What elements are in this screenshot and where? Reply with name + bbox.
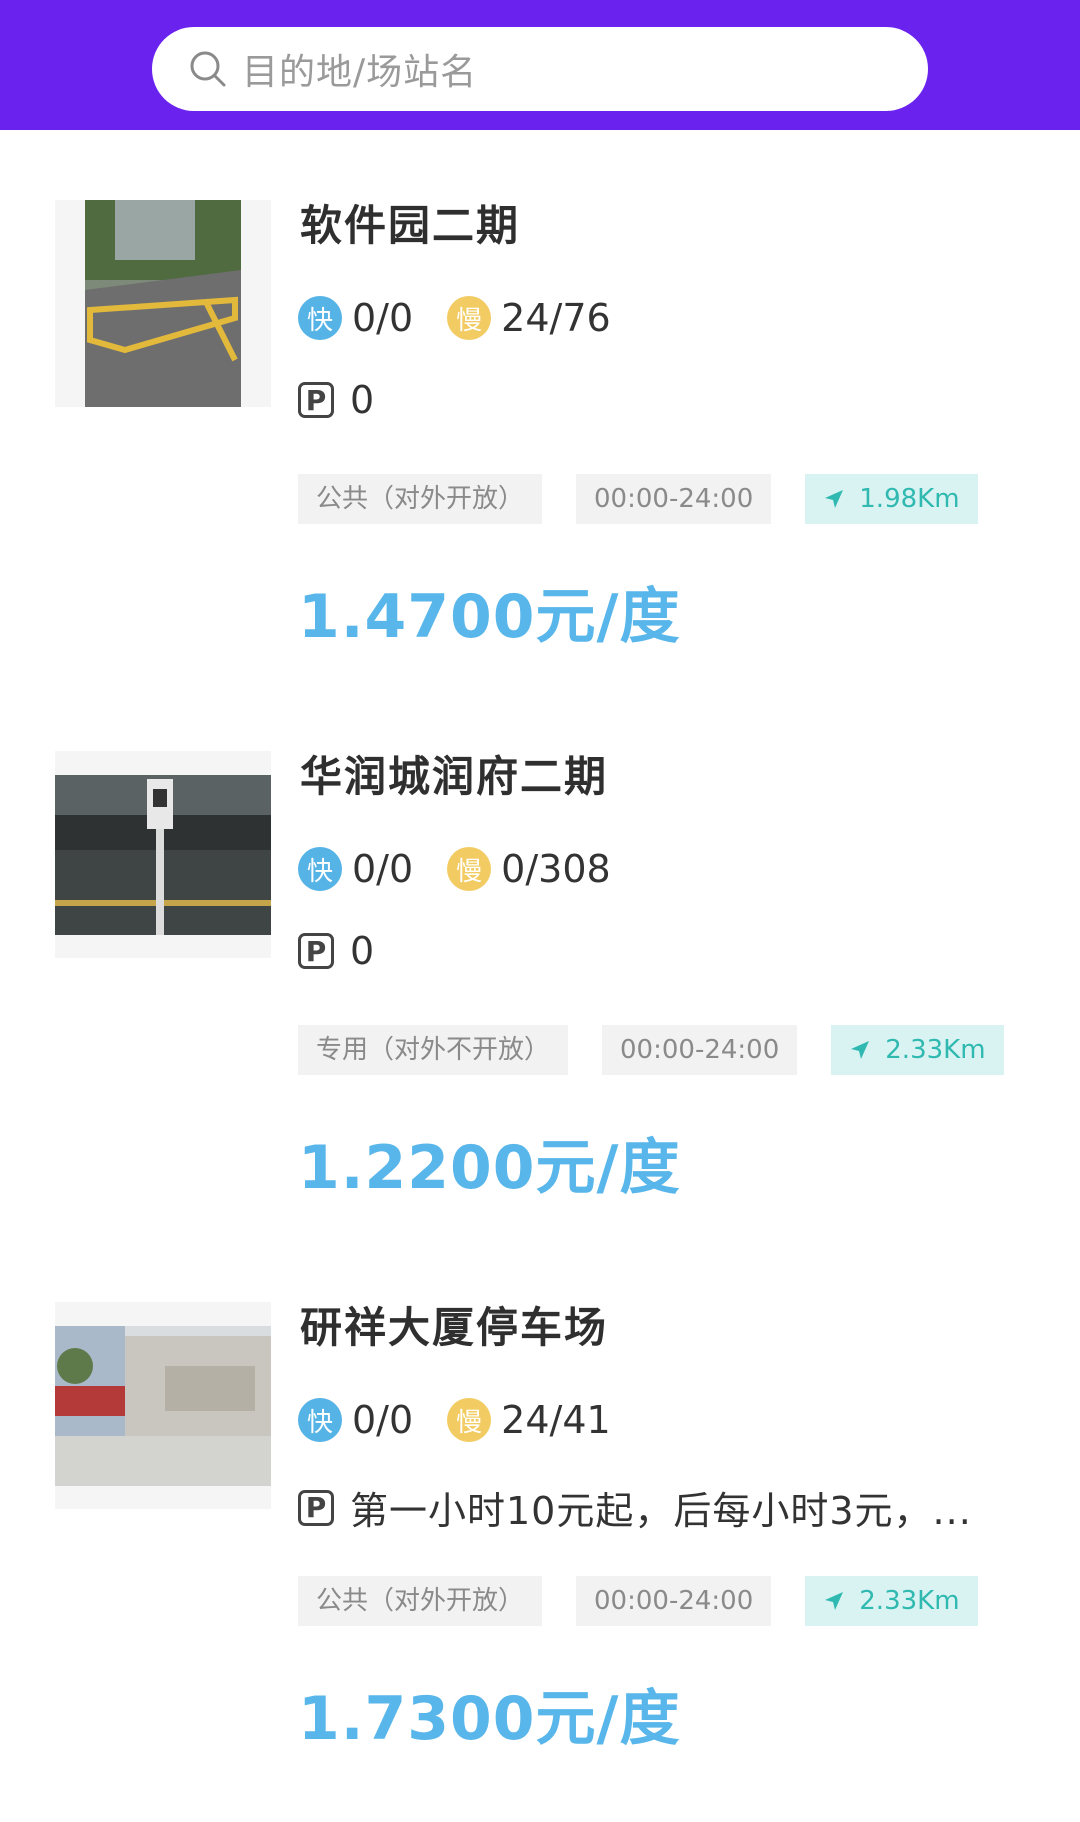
distance-tag[interactable]: 2.33Km: [831, 1025, 1004, 1075]
charger-counts: 快 0/0 慢 0/308: [298, 847, 611, 891]
access-type-tag: 公共（对外开放）: [298, 474, 543, 524]
fast-charge-icon: 快: [298, 1398, 342, 1442]
station-card[interactable]: 软件园二期 快 0/0 慢 24/76 P 0 公共（对外开放） 00:00-2…: [0, 200, 1080, 720]
station-card[interactable]: 华润城润府二期 快 0/0 慢 0/308 P 0 专用（对外不开放） 00:0…: [0, 751, 1080, 1271]
distance-text: 1.98Km: [859, 484, 960, 514]
search-icon: [188, 49, 228, 89]
hours-tag: 00:00-24:00: [602, 1025, 798, 1075]
slow-charge-icon: 慢: [447, 296, 492, 340]
station-tags: 公共（对外开放） 00:00-24:00 2.33Km: [298, 1576, 1012, 1626]
slow-count: 24/76: [501, 296, 611, 340]
distance-tag[interactable]: 2.33Km: [805, 1576, 978, 1626]
hours-tag: 00:00-24:00: [576, 474, 772, 524]
fast-count: 0/0: [352, 296, 414, 340]
station-photo: [55, 200, 271, 407]
station-name: 研祥大厦停车场: [300, 1303, 609, 1352]
fast-count: 0/0: [352, 1398, 414, 1442]
parking-info: P 0: [298, 378, 375, 422]
slow-count: 0/308: [501, 847, 611, 891]
hours-tag: 00:00-24:00: [576, 1576, 772, 1626]
distance-text: 2.33Km: [859, 1586, 960, 1616]
slow-count: 24/41: [501, 1398, 611, 1442]
station-name: 软件园二期: [300, 201, 521, 250]
price: 1.7300元/度: [298, 1684, 681, 1754]
slow-charge-icon: 慢: [447, 1398, 492, 1442]
navigation-arrow-icon: [825, 490, 844, 508]
distance-tag[interactable]: 1.98Km: [805, 474, 978, 524]
access-type-tag: 公共（对外开放）: [298, 1576, 543, 1626]
price: 1.2200元/度: [298, 1133, 681, 1203]
fast-charge-icon: 快: [298, 296, 342, 340]
parking-info: P 0: [298, 929, 375, 973]
distance-text: 2.33Km: [885, 1035, 986, 1065]
fast-charge-icon: 快: [298, 847, 342, 891]
parking-text: 第一小时10元起，后每小时3元，...: [350, 1489, 972, 1533]
navigation-arrow-icon: [851, 1041, 870, 1059]
slow-charge-icon: 慢: [447, 847, 492, 891]
fast-count: 0/0: [352, 847, 414, 891]
parking-text: 0: [350, 378, 376, 422]
access-type-tag: 专用（对外不开放）: [298, 1025, 569, 1075]
parking-icon: P: [298, 1489, 334, 1526]
station-tags: 专用（对外不开放） 00:00-24:00 2.33Km: [298, 1025, 1038, 1075]
charger-counts: 快 0/0 慢 24/76: [298, 296, 611, 340]
header-bar: 目的地/场站名: [0, 0, 1080, 130]
parking-icon: P: [298, 933, 334, 969]
station-name: 华润城润府二期: [300, 752, 609, 801]
charger-counts: 快 0/0 慢 24/41: [298, 1398, 611, 1442]
parking-icon: P: [298, 382, 334, 418]
station-photo: [55, 1302, 271, 1509]
station-tags: 公共（对外开放） 00:00-24:00 1.98Km: [298, 474, 1012, 524]
station-photo: [55, 751, 271, 958]
parking-text: 0: [350, 929, 376, 973]
station-card[interactable]: 研祥大厦停车场 快 0/0 慢 24/41 P 第一小时10元起，后每小时3元，…: [0, 1302, 1080, 1822]
navigation-arrow-icon: [825, 1592, 844, 1610]
search-placeholder: 目的地/场站名: [242, 52, 478, 93]
price: 1.4700元/度: [298, 582, 681, 652]
parking-info: P 第一小时10元起，后每小时3元，...: [298, 1480, 972, 1535]
search-input[interactable]: 目的地/场站名: [152, 27, 928, 111]
